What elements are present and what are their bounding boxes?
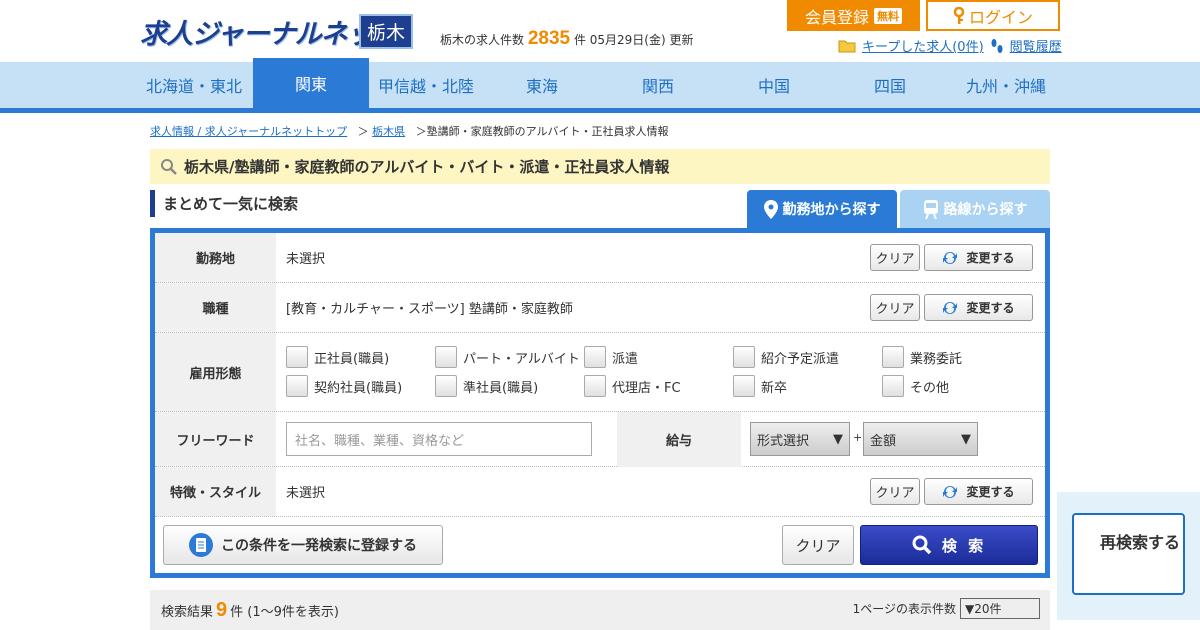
breadcrumb-current: ＞塾講師・家庭教師のアルバイト・正社員求人情報 xyxy=(415,125,669,138)
location-label: 勤務地 xyxy=(155,233,276,282)
salary-separator: + xyxy=(853,431,863,444)
nav-kansai[interactable]: 関西 xyxy=(600,62,716,108)
salary-label: 給与 xyxy=(617,412,741,467)
nav-koshinetsu-hokuriku[interactable]: 甲信越・北陸 xyxy=(368,62,484,108)
breadcrumb-top[interactable]: 求人情報 / 求人ジャーナルネットトップ xyxy=(150,125,347,138)
feature-value: 未選択 xyxy=(286,486,326,501)
search-icon xyxy=(912,535,932,555)
result-count: 9 xyxy=(216,598,228,621)
freeword-input[interactable]: 社名、職種、業種、資格など xyxy=(286,422,592,456)
caret-down-icon: ▼ xyxy=(833,431,843,447)
employment-checkbox[interactable]: その他 xyxy=(882,375,949,397)
nav-kyushu-okinawa[interactable]: 九州・沖縄 xyxy=(948,62,1064,108)
job-type-value: [教育・カルチャー・スポーツ] 塾講師・家庭教師 xyxy=(286,302,573,317)
employment-checkbox[interactable]: 代理店・FC xyxy=(584,375,681,397)
map-pin-icon xyxy=(763,199,778,219)
salary-type-select[interactable]: 形式選択 ▼ xyxy=(750,422,850,456)
folder-icon xyxy=(838,40,856,52)
location-value: 未選択 xyxy=(286,252,326,267)
kept-jobs-link[interactable]: キープした求人(0件) xyxy=(862,36,984,55)
employment-checkbox[interactable]: 派遣 xyxy=(584,346,638,368)
breadcrumb: 求人情報 / 求人ジャーナルネットトップ ＞ 栃木県 ＞塾講師・家庭教師のアルバ… xyxy=(150,125,669,138)
job-count-number: 2835 xyxy=(527,28,571,49)
search-panel: 勤務地 未選択 クリア 変更する 職種 [教育・カルチャー・スポーツ] 塾講師・… xyxy=(150,228,1050,578)
row-feature: 特徴・スタイル 未選択 クリア 変更する xyxy=(155,467,1045,517)
register-condition-button[interactable]: この条件を一発検索に登録する xyxy=(163,525,443,565)
refresh-icon xyxy=(943,301,958,314)
row-job-type: 職種 [教育・カルチャー・スポーツ] 塾講師・家庭教師 クリア 変更する xyxy=(155,283,1045,333)
job-count: 栃木の求人件数 2835 件 05月29日(金) 更新 xyxy=(440,28,694,49)
clear-all-button[interactable]: クリア xyxy=(782,525,854,565)
nav-chugoku[interactable]: 中国 xyxy=(716,62,832,108)
job-type-change-button[interactable]: 変更する xyxy=(924,294,1033,321)
search-icon xyxy=(161,158,177,175)
employment-checkbox[interactable]: 準社員(職員) xyxy=(435,375,538,397)
breadcrumb-pref[interactable]: 栃木県 xyxy=(372,125,405,138)
employment-label: 雇用形態 xyxy=(155,333,276,411)
per-page-select[interactable]: ▼20件 xyxy=(960,598,1040,619)
login-button[interactable]: ログイン xyxy=(926,0,1060,31)
nav-shikoku[interactable]: 四国 xyxy=(832,62,948,108)
salary-amount-select[interactable]: 金額 ▼ xyxy=(863,422,978,456)
caret-down-icon: ▼ xyxy=(961,431,971,447)
row-freeword-salary: フリーワード 社名、職種、業種、資格など 給与 形式選択 ▼ + 金額 ▼ xyxy=(155,412,1045,467)
refresh-icon xyxy=(943,251,958,264)
history-link[interactable]: 閲覧履歴 xyxy=(1010,36,1062,55)
nav-tokai[interactable]: 東海 xyxy=(484,62,600,108)
page-title-bar: 栃木県/塾講師・家庭教師のアルバイト・バイト・派遣・正社員求人情報 xyxy=(150,149,1050,184)
key-icon xyxy=(953,6,965,24)
prefecture-badge: 栃木 xyxy=(359,14,413,49)
employment-checkbox[interactable]: 正社員(職員) xyxy=(286,346,389,368)
document-icon xyxy=(189,533,213,557)
site-header: 求人ジャーナルネット 栃木 栃木の求人件数 2835 件 05月29日(金) 更… xyxy=(0,0,1200,62)
footprint-icon xyxy=(991,38,1003,53)
tab-search-by-area[interactable]: 勤務地から探す xyxy=(747,190,897,228)
employment-checkbox[interactable]: 業務委託 xyxy=(882,346,962,368)
nav-hokkaido-tohoku[interactable]: 北海道・東北 xyxy=(136,62,252,108)
employment-checkbox[interactable]: 新卒 xyxy=(733,375,787,397)
tab-search-by-line[interactable]: 路線から探す xyxy=(900,190,1050,228)
page-title: 栃木県/塾講師・家庭教師のアルバイト・バイト・派遣・正社員求人情報 xyxy=(184,158,670,176)
location-clear-button[interactable]: クリア xyxy=(870,244,920,271)
feature-clear-button[interactable]: クリア xyxy=(870,478,920,505)
refresh-icon xyxy=(943,485,958,498)
location-change-button[interactable]: 変更する xyxy=(924,244,1033,271)
nav-kanto[interactable]: 関東 xyxy=(253,58,369,108)
feature-change-button[interactable]: 変更する xyxy=(924,478,1033,505)
employment-checkbox[interactable]: 紹介予定派遣 xyxy=(733,346,839,368)
result-bar: 検索結果 9 件 (1～9件を表示) 1ページの表示件数 ▼20件 xyxy=(150,590,1050,630)
research-button[interactable]: 再検索する xyxy=(1072,513,1185,595)
employment-checkbox[interactable]: 契約社員(職員) xyxy=(286,375,402,397)
header-links: キープした求人(0件) 閲覧履歴 xyxy=(838,36,1062,55)
job-type-label: 職種 xyxy=(155,283,276,332)
per-page: 1ページの表示件数 ▼20件 xyxy=(853,598,1040,619)
search-button[interactable]: 検 索 xyxy=(860,525,1038,565)
employment-checkbox[interactable]: パート・アルバイト xyxy=(435,346,580,368)
free-badge: 無料 xyxy=(874,7,902,24)
search-heading: まとめて一気に検索 xyxy=(150,190,298,217)
row-employment: 雇用形態 正社員(職員) パート・アルバイト 派遣 紹介予定派遣 業務委託 契約… xyxy=(155,333,1045,412)
row-location: 勤務地 未選択 クリア 変更する xyxy=(155,233,1045,283)
region-nav: 北海道・東北 関東 甲信越・北陸 東海 関西 中国 四国 九州・沖縄 xyxy=(0,58,1200,113)
feature-label: 特徴・スタイル xyxy=(155,467,276,516)
register-button[interactable]: 会員登録 無料 xyxy=(787,0,920,31)
job-type-clear-button[interactable]: クリア xyxy=(870,294,920,321)
train-icon xyxy=(923,199,938,219)
